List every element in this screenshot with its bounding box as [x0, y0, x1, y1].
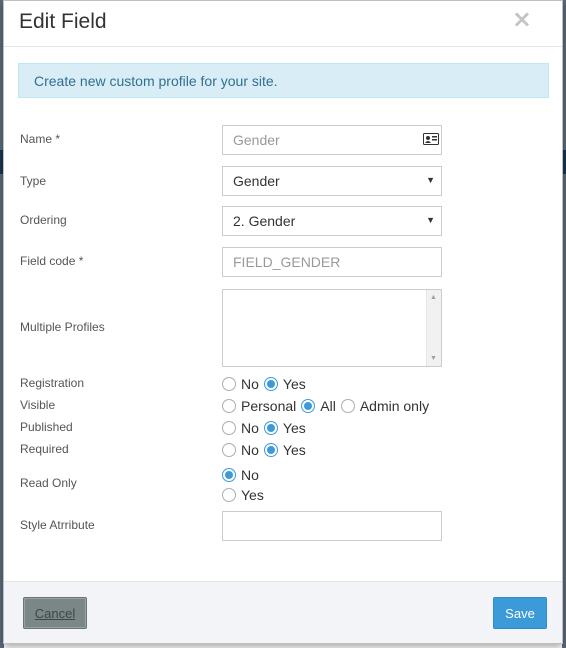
visible-option-all[interactable]: All	[301, 398, 336, 414]
radio-label: Yes	[241, 487, 264, 503]
ordering-select[interactable]: 2. Gender ▼	[222, 206, 442, 236]
chevron-down-icon: ▼	[426, 215, 435, 225]
radio-label: All	[320, 398, 336, 414]
published-option-yes[interactable]: Yes	[263, 420, 306, 436]
type-selected-value: Gender	[233, 173, 280, 189]
visible-radio-group: Personal All Admin only	[222, 397, 434, 415]
save-button[interactable]: Save	[493, 597, 547, 629]
ordering-label: Ordering	[20, 213, 67, 227]
radio-button[interactable]	[340, 399, 355, 413]
radio-label: Yes	[282, 420, 306, 436]
type-select[interactable]: Gender ▼	[222, 166, 442, 196]
radio-label: Admin only	[359, 398, 430, 414]
multiple-profiles-label: Multiple Profiles	[20, 320, 105, 334]
radio-label: Yes	[282, 376, 306, 392]
name-label: Name *	[20, 132, 61, 146]
dialog-title: Edit Field	[19, 10, 107, 33]
dialog-footer: Cancel Save	[4, 581, 562, 643]
registration-radio-group: No Yes	[222, 375, 311, 393]
dialog-header: Edit Field ×	[4, 1, 562, 47]
field-code-label: Field code *	[20, 254, 84, 268]
read-only-label: Read Only	[20, 476, 77, 490]
radio-label: No	[241, 467, 259, 483]
type-label: Type	[20, 174, 47, 188]
style-attribute-input[interactable]	[222, 511, 442, 541]
radio-label: No	[241, 420, 259, 436]
radio-button[interactable]	[222, 399, 236, 413]
scroll-down-icon[interactable]: ▼	[430, 355, 437, 362]
radio-button[interactable]	[263, 377, 278, 391]
required-radio-group: No Yes	[222, 441, 311, 459]
registration-option-no[interactable]: No	[222, 376, 259, 392]
close-icon[interactable]: ×	[512, 7, 532, 31]
published-radio-group: No Yes	[222, 419, 311, 437]
radio-label: Personal	[241, 398, 297, 414]
published-option-no[interactable]: No	[222, 420, 259, 436]
radio-button[interactable]	[222, 443, 236, 457]
radio-button[interactable]	[263, 443, 278, 457]
name-value: Gender	[233, 132, 280, 148]
read-only-option-yes[interactable]: Yes	[222, 486, 264, 504]
contact-card-icon	[423, 133, 439, 145]
scroll-up-icon[interactable]: ▲	[430, 294, 437, 301]
radio-button[interactable]	[222, 421, 236, 435]
visible-option-admin-only[interactable]: Admin only	[340, 398, 430, 414]
radio-button[interactable]	[222, 377, 236, 391]
visible-option-personal[interactable]: Personal	[222, 398, 296, 414]
radio-button[interactable]	[263, 421, 278, 435]
name-input[interactable]: Gender	[222, 125, 442, 155]
radio-label: No	[241, 376, 259, 392]
edit-field-dialog: Edit Field × Create new custom profile f…	[3, 0, 563, 644]
registration-option-yes[interactable]: Yes	[263, 376, 306, 392]
radio-button[interactable]	[222, 488, 236, 502]
required-option-no[interactable]: No	[222, 442, 259, 458]
registration-label: Registration	[20, 376, 85, 390]
radio-label: Yes	[282, 442, 306, 458]
radio-label: No	[241, 442, 259, 458]
required-label: Required	[20, 442, 69, 456]
field-code-value: FIELD_GENDER	[233, 254, 341, 270]
radio-button[interactable]	[301, 399, 316, 413]
radio-button[interactable]	[222, 468, 236, 482]
field-code-input[interactable]: FIELD_GENDER	[222, 247, 442, 277]
read-only-option-no[interactable]: No	[222, 466, 259, 484]
published-label: Published	[20, 420, 73, 434]
listbox-scrollbar[interactable]: ▲ ▼	[426, 290, 441, 366]
multiple-profiles-listbox[interactable]: ▲ ▼	[222, 289, 442, 367]
cancel-button[interactable]: Cancel	[23, 597, 87, 629]
visible-label: Visible	[20, 398, 56, 412]
required-option-yes[interactable]: Yes	[263, 442, 306, 458]
ordering-selected-value: 2. Gender	[233, 213, 296, 229]
chevron-down-icon: ▼	[426, 175, 435, 185]
info-alert: Create new custom profile for your site.	[18, 63, 549, 98]
style-attribute-label: Style Atrribute	[20, 518, 95, 532]
